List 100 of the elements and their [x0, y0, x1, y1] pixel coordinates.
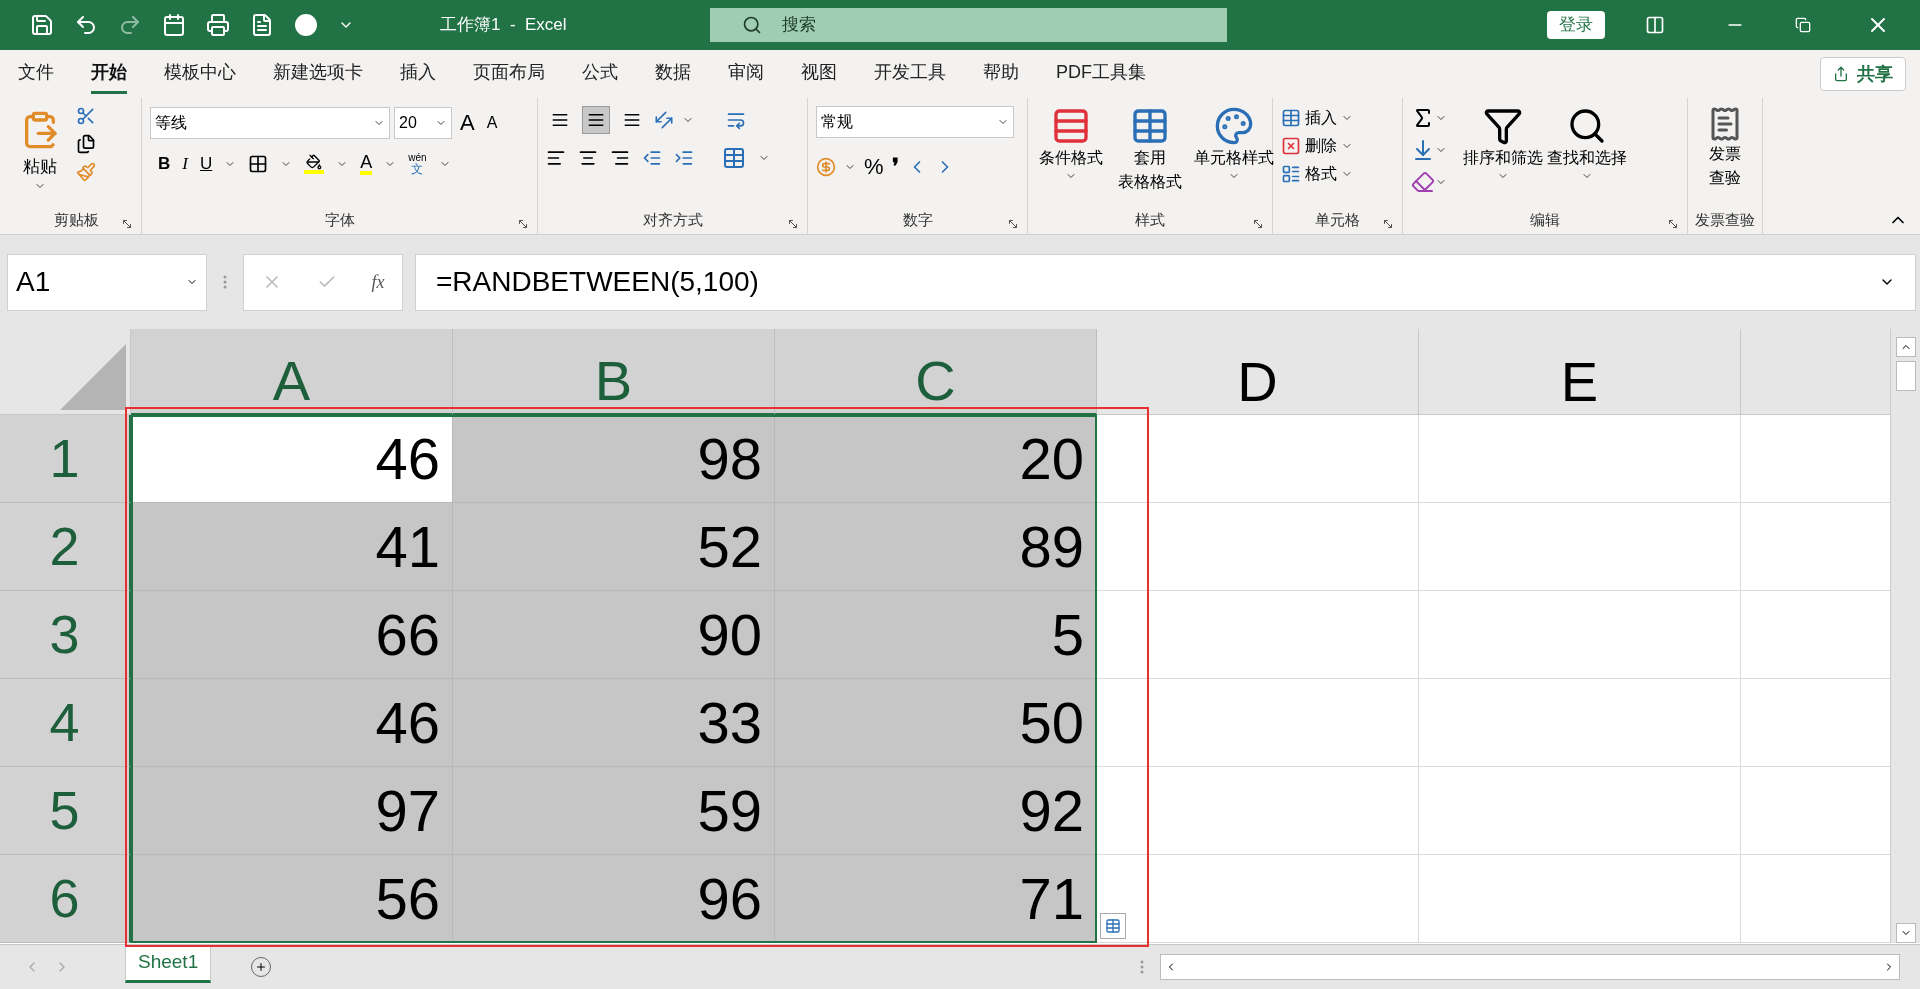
ribbon-tab[interactable]: 审阅: [728, 54, 764, 94]
grow-font-button[interactable]: A: [460, 106, 475, 139]
column-header[interactable]: D: [1097, 329, 1419, 415]
format-as-table-button[interactable]: 套用: [1134, 146, 1166, 170]
bold-button[interactable]: B: [158, 151, 171, 177]
accounting-icon[interactable]: [816, 156, 836, 177]
sheet-tab[interactable]: Sheet1: [125, 945, 212, 983]
insert-function-button[interactable]: fx: [371, 268, 385, 296]
column-header[interactable]: B: [453, 329, 775, 415]
group-label: 发票查验: [1695, 209, 1755, 230]
column-header[interactable]: E: [1419, 329, 1741, 415]
cell-styles-icon[interactable]: [1214, 106, 1254, 146]
undo-icon[interactable]: [74, 13, 98, 37]
scroll-up-button[interactable]: [1895, 337, 1916, 357]
conditional-format-icon[interactable]: [1051, 106, 1091, 146]
dialog-launcher-icon[interactable]: [1007, 218, 1019, 230]
dialog-launcher-icon[interactable]: [121, 218, 133, 230]
column-header[interactable]: A: [131, 329, 453, 415]
paste-button[interactable]: 粘贴: [23, 154, 57, 180]
sort-filter-icon[interactable]: [1483, 106, 1523, 146]
row-header[interactable]: 4: [0, 679, 131, 767]
scrollbar-thumb[interactable]: [1895, 361, 1916, 391]
fill-color-icon[interactable]: [304, 153, 325, 174]
save-icon[interactable]: [30, 13, 54, 37]
format-cells-icon[interactable]: [1281, 164, 1301, 184]
ribbon-tab[interactable]: 开发工具: [874, 54, 946, 94]
format-as-table-button[interactable]: 表格格式: [1118, 170, 1182, 194]
underline-button[interactable]: U: [199, 151, 213, 177]
grip-icon[interactable]: [1140, 960, 1144, 974]
phonetic-button[interactable]: wén 文: [408, 152, 427, 175]
copy-icon[interactable]: [76, 134, 96, 154]
align-center-icon[interactable]: [578, 148, 598, 168]
italic-button[interactable]: I: [182, 151, 188, 177]
number-format-field[interactable]: 常规: [816, 106, 1014, 138]
eraser-icon[interactable]: [1411, 170, 1435, 194]
dialog-launcher-icon[interactable]: [1382, 218, 1394, 230]
printer-icon[interactable]: [206, 13, 230, 37]
row-header[interactable]: 1: [0, 415, 131, 503]
shrink-font-button[interactable]: A: [486, 110, 498, 135]
percent-button[interactable]: %: [864, 150, 884, 183]
login-button[interactable]: 登录: [1547, 11, 1605, 39]
cell-styles-button[interactable]: 单元格样式: [1194, 146, 1274, 170]
row-header[interactable]: 5: [0, 767, 131, 855]
find-select-button[interactable]: 查找和选择: [1547, 146, 1627, 170]
row-header[interactable]: 2: [0, 503, 131, 591]
restore-icon[interactable]: [1795, 17, 1811, 33]
ribbon-tab[interactable]: 页面布局: [473, 54, 545, 94]
circle-icon[interactable]: [294, 13, 318, 37]
delete-cells-icon[interactable]: [1281, 136, 1301, 156]
indent-decrease-icon[interactable]: [642, 148, 662, 168]
scroll-down-button[interactable]: [1895, 923, 1916, 943]
ribbon-tab[interactable]: 视图: [801, 54, 837, 94]
sort-filter-button[interactable]: 排序和筛选: [1463, 146, 1543, 170]
invoice-check-button[interactable]: 发票: [1709, 142, 1741, 166]
ribbon-tab[interactable]: 模板中心: [164, 54, 236, 94]
wrap-text-icon[interactable]: [726, 110, 746, 130]
quick-analysis-icon[interactable]: [1100, 913, 1126, 939]
insert-button[interactable]: 插入: [1305, 106, 1337, 130]
font-size-field[interactable]: 20: [394, 106, 452, 139]
search-field[interactable]: 搜索: [710, 8, 1227, 42]
column-header[interactable]: C: [775, 329, 1097, 415]
ribbon-tab[interactable]: 新建选项卡: [273, 54, 363, 94]
formula-field[interactable]: =RANDBETWEEN(5,100): [415, 253, 1916, 311]
conditional-format-button[interactable]: 条件格式: [1039, 146, 1103, 170]
align-right-icon[interactable]: [610, 148, 630, 168]
share-button[interactable]: 共享: [1820, 57, 1906, 91]
dialog-launcher-icon[interactable]: [517, 218, 529, 230]
insert-cells-icon[interactable]: [1281, 108, 1301, 128]
font-color-button[interactable]: A: [360, 152, 373, 175]
indent-increase-icon[interactable]: [674, 148, 694, 168]
table-cell: 90: [453, 591, 775, 679]
scissors-icon[interactable]: [76, 106, 96, 126]
ribbon-tab[interactable]: 数据: [655, 54, 691, 94]
ribbon-tab[interactable]: 开始: [91, 54, 127, 94]
ribbon-tab[interactable]: PDF工具集: [1056, 54, 1146, 94]
invoice-check-button[interactable]: 查验: [1709, 166, 1741, 190]
format-painter-icon[interactable]: [76, 162, 96, 182]
dialog-launcher-icon[interactable]: [1252, 218, 1264, 230]
find-icon[interactable]: [1567, 106, 1607, 146]
dialog-launcher-icon[interactable]: [1667, 218, 1679, 230]
dialog-launcher-icon[interactable]: [787, 218, 799, 230]
comma-button[interactable]: ❜: [891, 150, 899, 183]
row-header[interactable]: 3: [0, 591, 131, 679]
row-header[interactable]: 6: [0, 855, 131, 943]
merge-icon[interactable]: [722, 146, 746, 170]
borders-icon[interactable]: [248, 153, 269, 174]
ribbon-tab[interactable]: 文件: [18, 54, 54, 94]
ribbon-display-icon[interactable]: [1645, 15, 1665, 35]
ribbon-tab[interactable]: 帮助: [983, 54, 1019, 94]
table-format-icon[interactable]: [1130, 106, 1170, 146]
name-box[interactable]: A1: [7, 253, 207, 311]
font-name-field[interactable]: 等线: [150, 106, 390, 139]
vertical-align-button[interactable]: [582, 106, 610, 134]
document-icon[interactable]: [250, 13, 274, 37]
format-button[interactable]: 格式: [1305, 162, 1337, 186]
ribbon-tab[interactable]: 公式: [582, 54, 618, 94]
ribbon-tab[interactable]: 插入: [400, 54, 436, 94]
delete-button[interactable]: 删除: [1305, 134, 1337, 158]
grip-icon[interactable]: [223, 275, 227, 289]
align-left-icon[interactable]: [546, 148, 566, 168]
